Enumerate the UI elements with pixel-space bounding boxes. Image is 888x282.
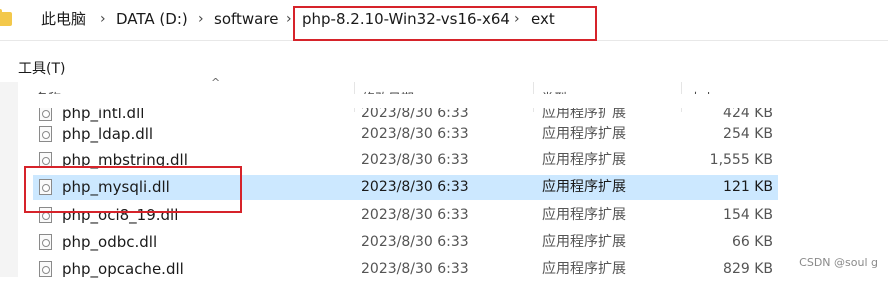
breadcrumb-separator-icon[interactable]: › <box>286 9 292 29</box>
file-size: 829 KB <box>723 261 773 277</box>
menu-tools[interactable]: 工具(T) <box>18 58 65 78</box>
file-type: 应用程序扩展 <box>542 126 626 142</box>
highlight-box-file <box>24 166 242 213</box>
file-size: 154 KB <box>723 207 773 223</box>
file-type: 应用程序扩展 <box>542 261 626 277</box>
header-bottom-mask <box>33 94 778 108</box>
watermark: CSDN @soul g <box>797 256 880 269</box>
file-name: php_ldap.dll <box>62 125 154 143</box>
breadcrumb-this-pc[interactable]: 此电脑 <box>41 9 86 29</box>
dll-file-icon <box>39 261 52 277</box>
file-size: 66 KB <box>731 234 773 250</box>
file-row[interactable]: php_odbc.dll 2023/8/30 6:33 应用程序扩展 66 KB <box>33 230 778 255</box>
file-type: 应用程序扩展 <box>542 234 626 250</box>
file-row[interactable]: php_ldap.dll 2023/8/30 6:33 应用程序扩展 254 K… <box>33 122 778 147</box>
file-date: 2023/8/30 6:33 <box>361 234 469 250</box>
file-size: 254 KB <box>723 126 773 142</box>
file-date: 2023/8/30 6:33 <box>361 126 469 142</box>
file-name: php_odbc.dll <box>62 233 158 251</box>
file-type: 应用程序扩展 <box>542 152 626 168</box>
dll-file-icon <box>39 126 52 142</box>
navigation-pane-edge <box>0 82 18 277</box>
sort-ascending-icon: ^ <box>211 76 221 89</box>
file-date: 2023/8/30 6:33 <box>361 207 469 223</box>
file-row[interactable]: php_opcache.dll 2023/8/30 6:33 应用程序扩展 82… <box>33 257 778 282</box>
file-size: 1,555 KB <box>709 152 773 168</box>
menu-bar: 工具(T) <box>0 52 888 80</box>
folder-icon <box>0 9 12 26</box>
file-date: 2023/8/30 6:33 <box>361 261 469 277</box>
file-size: 121 KB <box>723 179 773 195</box>
file-type: 应用程序扩展 <box>542 179 626 195</box>
file-date: 2023/8/30 6:33 <box>361 152 469 168</box>
dll-file-icon <box>39 234 52 250</box>
highlight-box-path <box>293 6 597 41</box>
file-name: php_opcache.dll <box>62 260 184 278</box>
breadcrumb-drive[interactable]: DATA (D:) <box>116 9 188 29</box>
file-date: 2023/8/30 6:33 <box>361 179 469 195</box>
breadcrumb-software[interactable]: software <box>214 9 278 29</box>
breadcrumb-separator-icon[interactable]: › <box>100 9 106 29</box>
file-type: 应用程序扩展 <box>542 207 626 223</box>
breadcrumb-separator-icon[interactable]: › <box>198 9 204 29</box>
